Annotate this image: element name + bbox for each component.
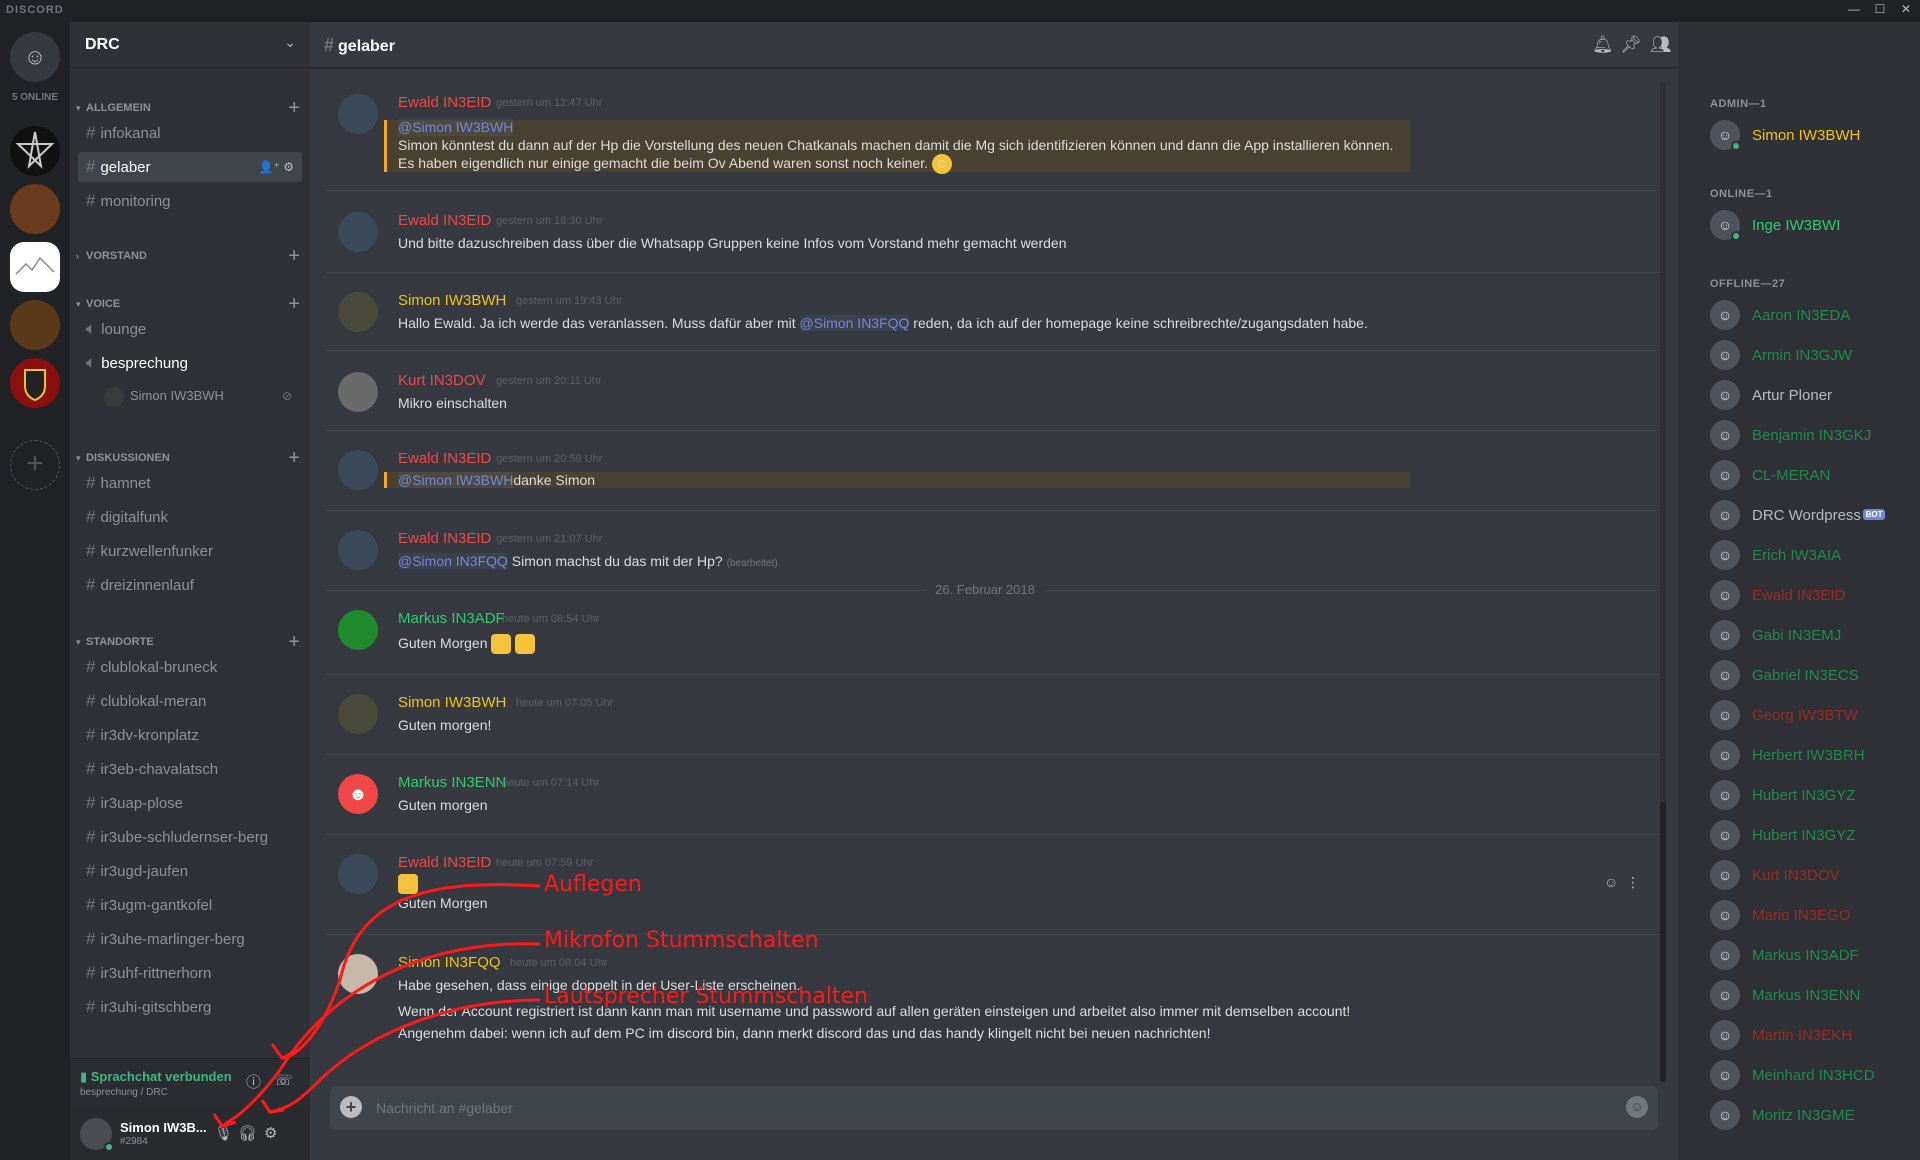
- member-name: Erich IW3AIA: [1752, 547, 1842, 564]
- member-name: Gabriel IN3ECS: [1752, 667, 1859, 684]
- member-item[interactable]: ☺ Martin IN3EKH: [1710, 1018, 1910, 1054]
- annotation-label: Lautsprecher Stummschalten: [544, 984, 869, 1009]
- member-item[interactable]: ☺ Markus IN3ADF: [1710, 938, 1910, 974]
- member-item[interactable]: ☺ Simon IW3BWH: [1710, 118, 1910, 154]
- member-item[interactable]: ☺ DRC Wordpress BOT: [1710, 498, 1910, 534]
- avatar: ☺: [1710, 940, 1740, 970]
- avatar: ☺: [1710, 860, 1740, 890]
- role-header: ADMIN—1: [1710, 98, 1767, 110]
- avatar: ☺: [1710, 620, 1740, 650]
- member-name: Inge IW3BWI: [1752, 217, 1841, 234]
- member-item[interactable]: ☺ Aaron IN3EDA: [1710, 298, 1910, 334]
- avatar: ☺: [1710, 820, 1740, 850]
- avatar: ☺: [1710, 900, 1740, 930]
- member-name: DRC Wordpress: [1752, 507, 1861, 524]
- member-name: Ewald IN3EID: [1752, 587, 1846, 604]
- member-item[interactable]: ☺ Artur Ploner: [1710, 378, 1910, 414]
- member-name: Georg IW3BTW: [1752, 707, 1858, 724]
- member-item[interactable]: ☺ Erich IW3AIA: [1710, 538, 1910, 574]
- avatar: ☺: [1710, 580, 1740, 610]
- annotation-label: Auflegen: [544, 872, 642, 897]
- member-item[interactable]: ☺ Armin IN3GJW: [1710, 338, 1910, 374]
- avatar: ☺: [1710, 420, 1740, 450]
- avatar: ☺: [1710, 780, 1740, 810]
- member-item[interactable]: ☺ Mario IN3EGO: [1710, 898, 1910, 934]
- member-item[interactable]: ☺ Georg IW3BTW: [1710, 698, 1910, 734]
- status-online-dot: [1731, 231, 1741, 241]
- member-item[interactable]: ☺ Herbert IW3BRH: [1710, 738, 1910, 774]
- avatar: ☺: [1710, 340, 1740, 370]
- annotation-arrows: [212, 883, 541, 1128]
- member-item[interactable]: ☺ Moritz IN3GME: [1710, 1098, 1910, 1134]
- avatar: ☺: [1710, 980, 1740, 1010]
- member-item[interactable]: ☺ Ewald IN3EID: [1710, 578, 1910, 614]
- member-name: Moritz IN3GME: [1752, 1107, 1855, 1124]
- member-name: Kurt IN3DOV: [1752, 867, 1840, 884]
- member-item[interactable]: ☺ Hubert IN3GYZ: [1710, 778, 1910, 814]
- member-name: Simon IW3BWH: [1752, 127, 1861, 144]
- member-name: Herbert IW3BRH: [1752, 747, 1865, 764]
- member-item[interactable]: ☺ Benjamin IN3GKJ: [1710, 418, 1910, 454]
- member-item[interactable]: ☺ CL-MERAN: [1710, 458, 1910, 494]
- member-item[interactable]: ☺ Gabi IN3EMJ: [1710, 618, 1910, 654]
- member-name: Meinhard IN3HCD: [1752, 1067, 1875, 1084]
- avatar: ☺: [1710, 700, 1740, 730]
- role-header: ONLINE—1: [1710, 188, 1773, 200]
- member-name: Mario IN3EGO: [1752, 907, 1851, 924]
- member-name: CL-MERAN: [1752, 467, 1831, 484]
- annotation-label: Mikrofon Stummschalten: [544, 928, 819, 953]
- member-list: ADMIN—1 ONLINE—1 OFFLINE—27 ☺ Simon IW3BW…: [1678, 22, 1920, 1160]
- member-name: Markus IN3ENN: [1752, 987, 1861, 1004]
- member-name: Hubert IN3GYZ: [1752, 787, 1856, 804]
- member-name: Martin IN3EKH: [1752, 1027, 1853, 1044]
- status-online-dot: [1731, 141, 1741, 151]
- discord-app: DISCORD — ☐ ✕ ☺ 5 ONLINE + DRC ⌄ ▾ ALLGEM…: [0, 0, 1920, 1160]
- avatar: ☺: [1710, 1100, 1740, 1130]
- member-item[interactable]: ☺ Hubert IN3GYZ: [1710, 818, 1910, 854]
- member-name: Armin IN3GJW: [1752, 347, 1853, 364]
- avatar: ☺: [1710, 300, 1740, 330]
- avatar: ☺: [1710, 380, 1740, 410]
- member-item[interactable]: ☺ Kurt IN3DOV: [1710, 858, 1910, 894]
- avatar: ☺: [1710, 1020, 1740, 1050]
- bot-badge: BOT: [1862, 509, 1886, 520]
- member-item[interactable]: ☺ Inge IW3BWI: [1710, 208, 1910, 244]
- avatar: ☺: [1710, 660, 1740, 690]
- avatar: ☺: [1710, 1060, 1740, 1090]
- member-name: Aaron IN3EDA: [1752, 307, 1851, 324]
- member-item[interactable]: ☺ Meinhard IN3HCD: [1710, 1058, 1910, 1094]
- role-header: OFFLINE—27: [1710, 278, 1786, 290]
- member-item[interactable]: ☺ Markus IN3ENN: [1710, 978, 1910, 1014]
- member-name: Markus IN3ADF: [1752, 947, 1859, 964]
- avatar: ☺: [1710, 460, 1740, 490]
- member-name: Hubert IN3GYZ: [1752, 827, 1856, 844]
- member-name: Benjamin IN3GKJ: [1752, 427, 1872, 444]
- avatar: ☺: [1710, 500, 1740, 530]
- member-item[interactable]: ☺ Gabriel IN3ECS: [1710, 658, 1910, 694]
- member-name: Artur Ploner: [1752, 387, 1833, 404]
- avatar: ☺: [1710, 740, 1740, 770]
- member-name: Gabi IN3EMJ: [1752, 627, 1842, 644]
- avatar: ☺: [1710, 540, 1740, 570]
